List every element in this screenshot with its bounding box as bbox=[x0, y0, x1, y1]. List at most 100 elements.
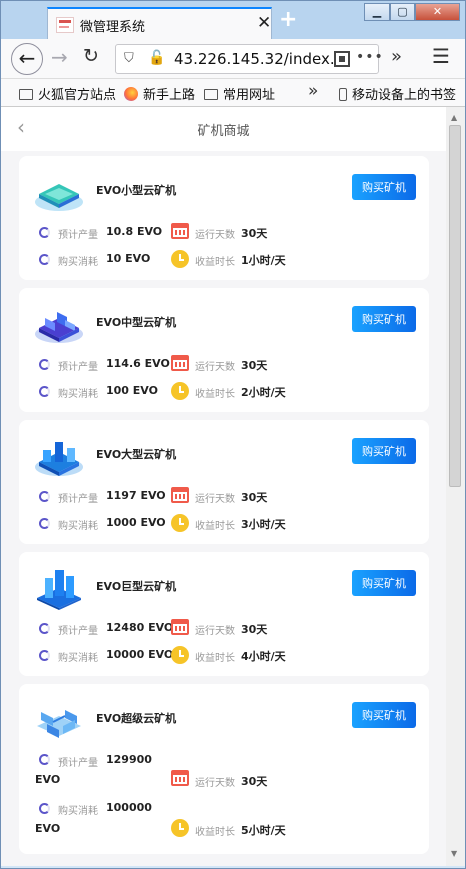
back-button[interactable]: ← bbox=[11, 43, 43, 75]
bookmark-mobile[interactable]: 移动设备上的书签 bbox=[339, 84, 456, 103]
duration-label: 收益时长 bbox=[195, 827, 235, 838]
miner-large-icon bbox=[35, 442, 83, 476]
days-label: 运行天数 bbox=[195, 626, 235, 637]
cost-unit: EVO bbox=[35, 822, 61, 835]
days-value: 30天 bbox=[241, 359, 268, 372]
cost-icon bbox=[39, 386, 50, 397]
cost-label: 购买消耗 bbox=[58, 653, 98, 664]
shield-icon[interactable]: ⛉ bbox=[124, 51, 134, 66]
clock-icon bbox=[171, 819, 189, 837]
page-content: ‹ 矿机商城 EVO小型云矿机 购买矿机 预计产量 10.8 EVO 运行天数 … bbox=[1, 107, 446, 866]
miner-super-icon bbox=[37, 710, 81, 738]
buy-miner-button[interactable]: 购买矿机 bbox=[352, 306, 416, 332]
phone-icon bbox=[339, 88, 347, 101]
output-label: 预计产量 bbox=[58, 230, 98, 241]
days-value: 30天 bbox=[241, 227, 268, 240]
miner-card: EVO巨型云矿机 购买矿机 预计产量 12480 EVO 运行天数 30天 购买… bbox=[19, 552, 429, 676]
days-label: 运行天数 bbox=[195, 494, 235, 505]
scroll-down-icon[interactable]: ▼ bbox=[451, 849, 457, 858]
bookmark-getting-started[interactable]: 新手上路 bbox=[124, 84, 195, 103]
scrollbar-thumb[interactable] bbox=[449, 125, 461, 487]
bookmarks-bar: 火狐官方站点 新手上路 常用网址 » 移动设备上的书签 bbox=[1, 79, 465, 107]
calendar-icon bbox=[171, 355, 189, 371]
days-label: 运行天数 bbox=[195, 362, 235, 373]
buy-miner-button[interactable]: 购买矿机 bbox=[352, 570, 416, 596]
bookmark-label: 火狐官方站点 bbox=[38, 88, 117, 103]
duration-value: 4小时/天 bbox=[241, 650, 286, 663]
reload-button[interactable]: ↻ bbox=[83, 45, 99, 67]
bookmark-label: 移动设备上的书签 bbox=[352, 88, 457, 103]
clock-icon bbox=[171, 514, 189, 532]
cost-icon bbox=[39, 518, 50, 529]
output-icon bbox=[39, 491, 50, 502]
forward-button[interactable]: → bbox=[51, 45, 68, 69]
cost-value: 10 EVO bbox=[106, 252, 151, 265]
output-icon bbox=[39, 754, 50, 765]
output-label: 预计产量 bbox=[58, 494, 98, 505]
buy-miner-button[interactable]: 购买矿机 bbox=[352, 438, 416, 464]
duration-value: 5小时/天 bbox=[241, 824, 286, 837]
cost-value: 100000 bbox=[106, 801, 152, 814]
output-label: 预计产量 bbox=[58, 626, 98, 637]
page-header: ‹ 矿机商城 bbox=[1, 107, 446, 151]
clock-icon bbox=[171, 250, 189, 268]
cost-value: 10000 EVO bbox=[106, 648, 174, 661]
new-tab-button[interactable]: + bbox=[279, 7, 297, 33]
bookmark-label: 新手上路 bbox=[143, 88, 196, 103]
page-actions-icon[interactable]: ••• bbox=[356, 49, 384, 65]
days-value: 30天 bbox=[241, 623, 268, 636]
miner-small-icon bbox=[35, 184, 83, 211]
bookmark-label: 常用网址 bbox=[223, 88, 276, 103]
hamburger-menu-icon[interactable]: ☰ bbox=[432, 44, 450, 68]
favicon-icon bbox=[56, 17, 74, 33]
qr-code-icon[interactable] bbox=[334, 51, 350, 67]
duration-value: 3小时/天 bbox=[241, 518, 286, 531]
clock-icon bbox=[171, 646, 189, 664]
miner-name: EVO巨型云矿机 bbox=[96, 580, 177, 593]
cost-label: 购买消耗 bbox=[58, 521, 98, 532]
cost-label: 购买消耗 bbox=[58, 806, 98, 817]
folder-icon bbox=[19, 89, 33, 100]
nav-toolbar: ← → ↻ ⛉ 🔓 43.226.145.32/index.html ••• »… bbox=[1, 39, 465, 79]
folder-icon bbox=[204, 89, 218, 100]
tab-active[interactable]: 微管理系统 ✕ bbox=[47, 7, 272, 40]
output-icon bbox=[39, 227, 50, 238]
minimize-button[interactable]: ▁ bbox=[364, 3, 390, 21]
url-bar[interactable]: ⛉ 🔓 43.226.145.32/index.html ••• bbox=[115, 44, 383, 74]
duration-label: 收益时长 bbox=[195, 389, 235, 400]
cost-icon bbox=[39, 803, 50, 814]
bookmark-common-sites[interactable]: 常用网址 bbox=[204, 84, 275, 103]
output-value: 10.8 EVO bbox=[106, 225, 163, 238]
close-window-button[interactable]: ✕ bbox=[415, 3, 460, 21]
bookmark-firefox-site[interactable]: 火狐官方站点 bbox=[19, 84, 116, 103]
duration-value: 1小时/天 bbox=[241, 254, 286, 267]
calendar-icon bbox=[171, 770, 189, 786]
maximize-button[interactable]: ▢ bbox=[390, 3, 415, 21]
tab-close-icon[interactable]: ✕ bbox=[257, 13, 271, 33]
firefox-icon bbox=[124, 87, 138, 101]
overflow-chevron-icon[interactable]: » bbox=[391, 46, 402, 67]
url-text[interactable]: 43.226.145.32/index.html bbox=[174, 50, 334, 68]
duration-label: 收益时长 bbox=[195, 257, 235, 268]
cost-icon bbox=[39, 254, 50, 265]
duration-value: 2小时/天 bbox=[241, 386, 286, 399]
cost-value: 100 EVO bbox=[106, 384, 158, 397]
insecure-lock-icon[interactable]: 🔓 bbox=[148, 50, 165, 66]
output-icon bbox=[39, 623, 50, 634]
scroll-up-icon[interactable]: ▲ bbox=[451, 113, 457, 122]
buy-miner-button[interactable]: 购买矿机 bbox=[352, 702, 416, 728]
miner-giant-icon bbox=[37, 570, 81, 610]
vertical-scrollbar[interactable]: ▲ ▼ bbox=[446, 107, 465, 866]
calendar-icon bbox=[171, 619, 189, 635]
bookmarks-overflow-icon[interactable]: » bbox=[308, 81, 318, 101]
days-value: 30天 bbox=[241, 491, 268, 504]
output-icon bbox=[39, 359, 50, 370]
calendar-icon bbox=[171, 487, 189, 503]
output-label: 预计产量 bbox=[58, 758, 98, 769]
miner-name: EVO大型云矿机 bbox=[96, 448, 177, 461]
buy-miner-button[interactable]: 购买矿机 bbox=[352, 174, 416, 200]
miner-name: EVO超级云矿机 bbox=[96, 712, 177, 725]
calendar-icon bbox=[171, 223, 189, 239]
miner-card: EVO小型云矿机 购买矿机 预计产量 10.8 EVO 运行天数 30天 购买消… bbox=[19, 156, 429, 280]
days-label: 运行天数 bbox=[195, 778, 235, 789]
